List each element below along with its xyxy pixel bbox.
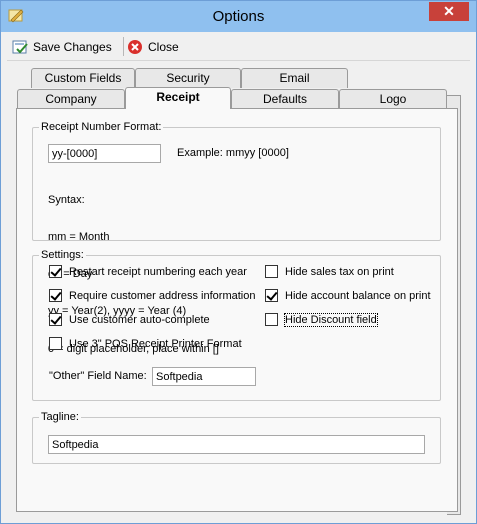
hide-account-balance-checkbox[interactable]: Hide account balance on print [265,289,431,302]
other-field-name-label: "Other" Field Name: [49,370,147,382]
toolbar: Save Changes Close [7,32,470,61]
window-title: Options [212,8,265,25]
checkbox-label: Hide sales tax on print [285,265,394,278]
tab-defaults[interactable]: Defaults [231,89,339,109]
require-address-checkbox[interactable]: Require customer address information [49,289,255,302]
options-window: Options ✕ Save Changes Close Custom Fiel… [0,0,477,524]
tagline-input[interactable] [48,435,425,454]
save-icon [12,40,28,54]
toolbar-separator [123,37,124,56]
checkbox-label: Use 3" POS Receipt Printer Format [69,337,242,350]
window-close-button[interactable]: ✕ [429,2,469,21]
checkbox-box[interactable] [265,313,278,326]
tab-company[interactable]: Company [17,89,125,109]
receipt-number-format-legend: Receipt Number Format: [39,121,164,133]
pos-printer-format-checkbox[interactable]: Use 3" POS Receipt Printer Format [49,337,242,350]
checkbox-label: Restart receipt numbering each year [69,265,247,278]
format-example-text: Example: mmyy [0000] [177,147,289,159]
checkbox-label: Require customer address information [69,289,256,302]
tab-email[interactable]: Email [241,68,348,88]
close-label: Close [148,40,179,54]
tagline-legend: Tagline: [39,411,81,423]
hide-sales-tax-checkbox[interactable]: Hide sales tax on print [265,265,394,278]
checkbox-box[interactable] [49,337,62,350]
tab-security[interactable]: Security [135,68,241,88]
tab-logo[interactable]: Logo [339,89,447,109]
save-changes-button[interactable]: Save Changes [12,37,112,57]
restart-numbering-checkbox[interactable]: Restart receipt numbering each year [49,265,247,278]
checkbox-box[interactable] [49,265,62,278]
tab-receipt[interactable]: Receipt [125,87,231,109]
title-bar[interactable]: Options ✕ [1,1,476,32]
hide-discount-checkbox[interactable]: Hide Discount field [265,312,378,327]
tab-custom-fields[interactable]: Custom Fields [31,68,135,88]
receipt-format-input[interactable] [48,144,161,163]
checkbox-box[interactable] [49,313,62,326]
save-changes-label: Save Changes [33,40,112,54]
checkbox-box[interactable] [265,265,278,278]
close-icon [128,40,142,54]
syntax-line: Syntax: [48,193,85,206]
checkbox-label: Use customer auto-complete [69,313,210,326]
other-field-name-input[interactable] [152,367,256,386]
checkbox-label: Hide account balance on print [285,289,431,302]
close-button[interactable]: Close [127,37,179,57]
syntax-line: mm = Month [48,231,110,244]
checkbox-label: Hide Discount field [284,312,378,327]
checkbox-box[interactable] [265,289,278,302]
auto-complete-checkbox[interactable]: Use customer auto-complete [49,313,210,326]
checkbox-box[interactable] [49,289,62,302]
